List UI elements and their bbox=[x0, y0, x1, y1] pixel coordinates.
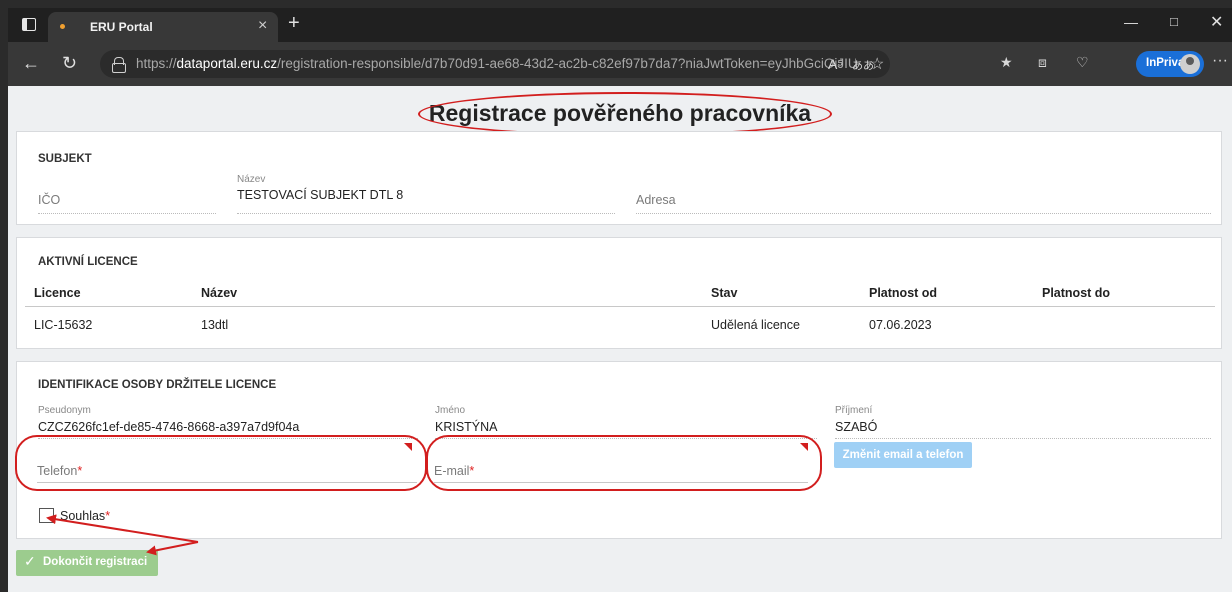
pseudonym-field[interactable]: CZCZ626fc1ef-de85-4746-8668-a397a7d9f04a bbox=[38, 420, 299, 434]
ico-underline bbox=[38, 213, 216, 214]
collections-icon[interactable]: ⧈ bbox=[1038, 54, 1047, 71]
favorites-icon[interactable]: ★ bbox=[1000, 54, 1013, 71]
page-content: Registrace pověřeného pracovníka SUBJEKT… bbox=[8, 86, 1232, 592]
adresa-underline bbox=[636, 213, 1211, 214]
prijmeni-underline bbox=[835, 438, 1211, 439]
browser-essentials-icon[interactable]: ♡ bbox=[1076, 54, 1089, 71]
title-bar: ERU Portal × + — □ ✕ bbox=[8, 8, 1232, 42]
email-annotation-ring bbox=[426, 435, 822, 491]
nazev-label: Název bbox=[237, 174, 266, 185]
new-tab-button[interactable]: + bbox=[288, 12, 300, 35]
refresh-icon[interactable]: ↻ bbox=[62, 53, 77, 74]
subject-heading: SUBJEKT bbox=[38, 153, 92, 165]
finish-registration-label: Dokončit registraci bbox=[43, 556, 148, 568]
consent-checkbox[interactable] bbox=[39, 508, 54, 523]
tab-actions-icon[interactable] bbox=[22, 18, 36, 31]
column-header-platnost-do: Platnost do bbox=[1042, 286, 1111, 300]
prijmeni-label: Příjmení bbox=[835, 405, 873, 416]
licences-card: AKTIVNÍ LICENCE Licence Název Stav Platn… bbox=[16, 237, 1222, 349]
jmeno-label: Jméno bbox=[435, 405, 466, 416]
change-email-phone-button[interactable]: Změnit email a telefon bbox=[834, 442, 972, 468]
column-header-stav: Stav bbox=[711, 286, 738, 300]
column-header-licence: Licence bbox=[34, 286, 81, 300]
more-options-icon[interactable]: ··· bbox=[1212, 52, 1228, 70]
column-header-platnost-od: Platnost od bbox=[869, 286, 938, 300]
tab-title: ERU Portal bbox=[90, 20, 153, 34]
finish-registration-button[interactable]: ✓ Dokončit registraci bbox=[16, 550, 158, 576]
address-bar-row: ← ↻ https://dataportal.eru.cz/registrati… bbox=[8, 42, 1232, 86]
read-aloud-icon[interactable]: A⁵ bbox=[828, 56, 843, 72]
cell-licence: LIC-15632 bbox=[34, 318, 93, 332]
favicon-icon bbox=[60, 24, 65, 29]
back-icon[interactable]: ← bbox=[22, 53, 40, 74]
cell-platnost-od: 07.06.2023 bbox=[869, 318, 932, 332]
column-header-nazev: Název bbox=[201, 286, 238, 300]
licences-heading: AKTIVNÍ LICENCE bbox=[38, 256, 138, 268]
cell-nazev: 13dtl bbox=[201, 318, 229, 332]
url-text: https://dataportal.eru.cz/registration-r… bbox=[136, 56, 856, 71]
nazev-field[interactable]: TESTOVACÍ SUBJEKT DTL 8 bbox=[237, 188, 403, 202]
pseudonym-label: Pseudonym bbox=[38, 405, 91, 416]
holder-heading: IDENTIFIKACE OSOBY DRŽITELE LICENCE bbox=[38, 379, 277, 391]
avatar-icon bbox=[1180, 54, 1200, 74]
tab-eru-portal[interactable]: ERU Portal × bbox=[48, 12, 278, 42]
favorite-star-icon[interactable]: ☆ bbox=[870, 54, 884, 74]
consent-label: Souhlas* bbox=[60, 509, 111, 523]
lock-icon bbox=[112, 57, 126, 73]
adresa-field[interactable]: Adresa bbox=[636, 193, 676, 207]
table-header-divider bbox=[25, 306, 1215, 307]
checkmark-icon: ✓ bbox=[24, 553, 36, 569]
jmeno-field[interactable]: KRISTÝNA bbox=[435, 420, 498, 434]
ico-field[interactable]: IČO bbox=[38, 193, 60, 207]
title-annotation-ring bbox=[418, 92, 832, 136]
close-tab-icon[interactable]: × bbox=[258, 17, 267, 35]
inprivate-badge[interactable]: InPrivate bbox=[1136, 51, 1204, 77]
prijmeni-field[interactable]: SZABÓ bbox=[835, 420, 877, 434]
telefon-annotation-ring bbox=[15, 435, 427, 491]
cell-stav: Udělená licence bbox=[711, 318, 800, 332]
url-input[interactable]: https://dataportal.eru.cz/registration-r… bbox=[100, 50, 890, 78]
email-marker-icon bbox=[800, 443, 808, 451]
maximize-icon[interactable]: □ bbox=[1170, 14, 1178, 29]
close-window-icon[interactable]: ✕ bbox=[1210, 12, 1223, 32]
subject-card: SUBJEKT IČO Název TESTOVACÍ SUBJEKT DTL … bbox=[16, 131, 1222, 225]
required-mark: * bbox=[105, 509, 111, 523]
minimize-icon[interactable]: — bbox=[1124, 14, 1138, 30]
telefon-marker-icon bbox=[404, 443, 412, 451]
nazev-underline bbox=[237, 213, 615, 214]
